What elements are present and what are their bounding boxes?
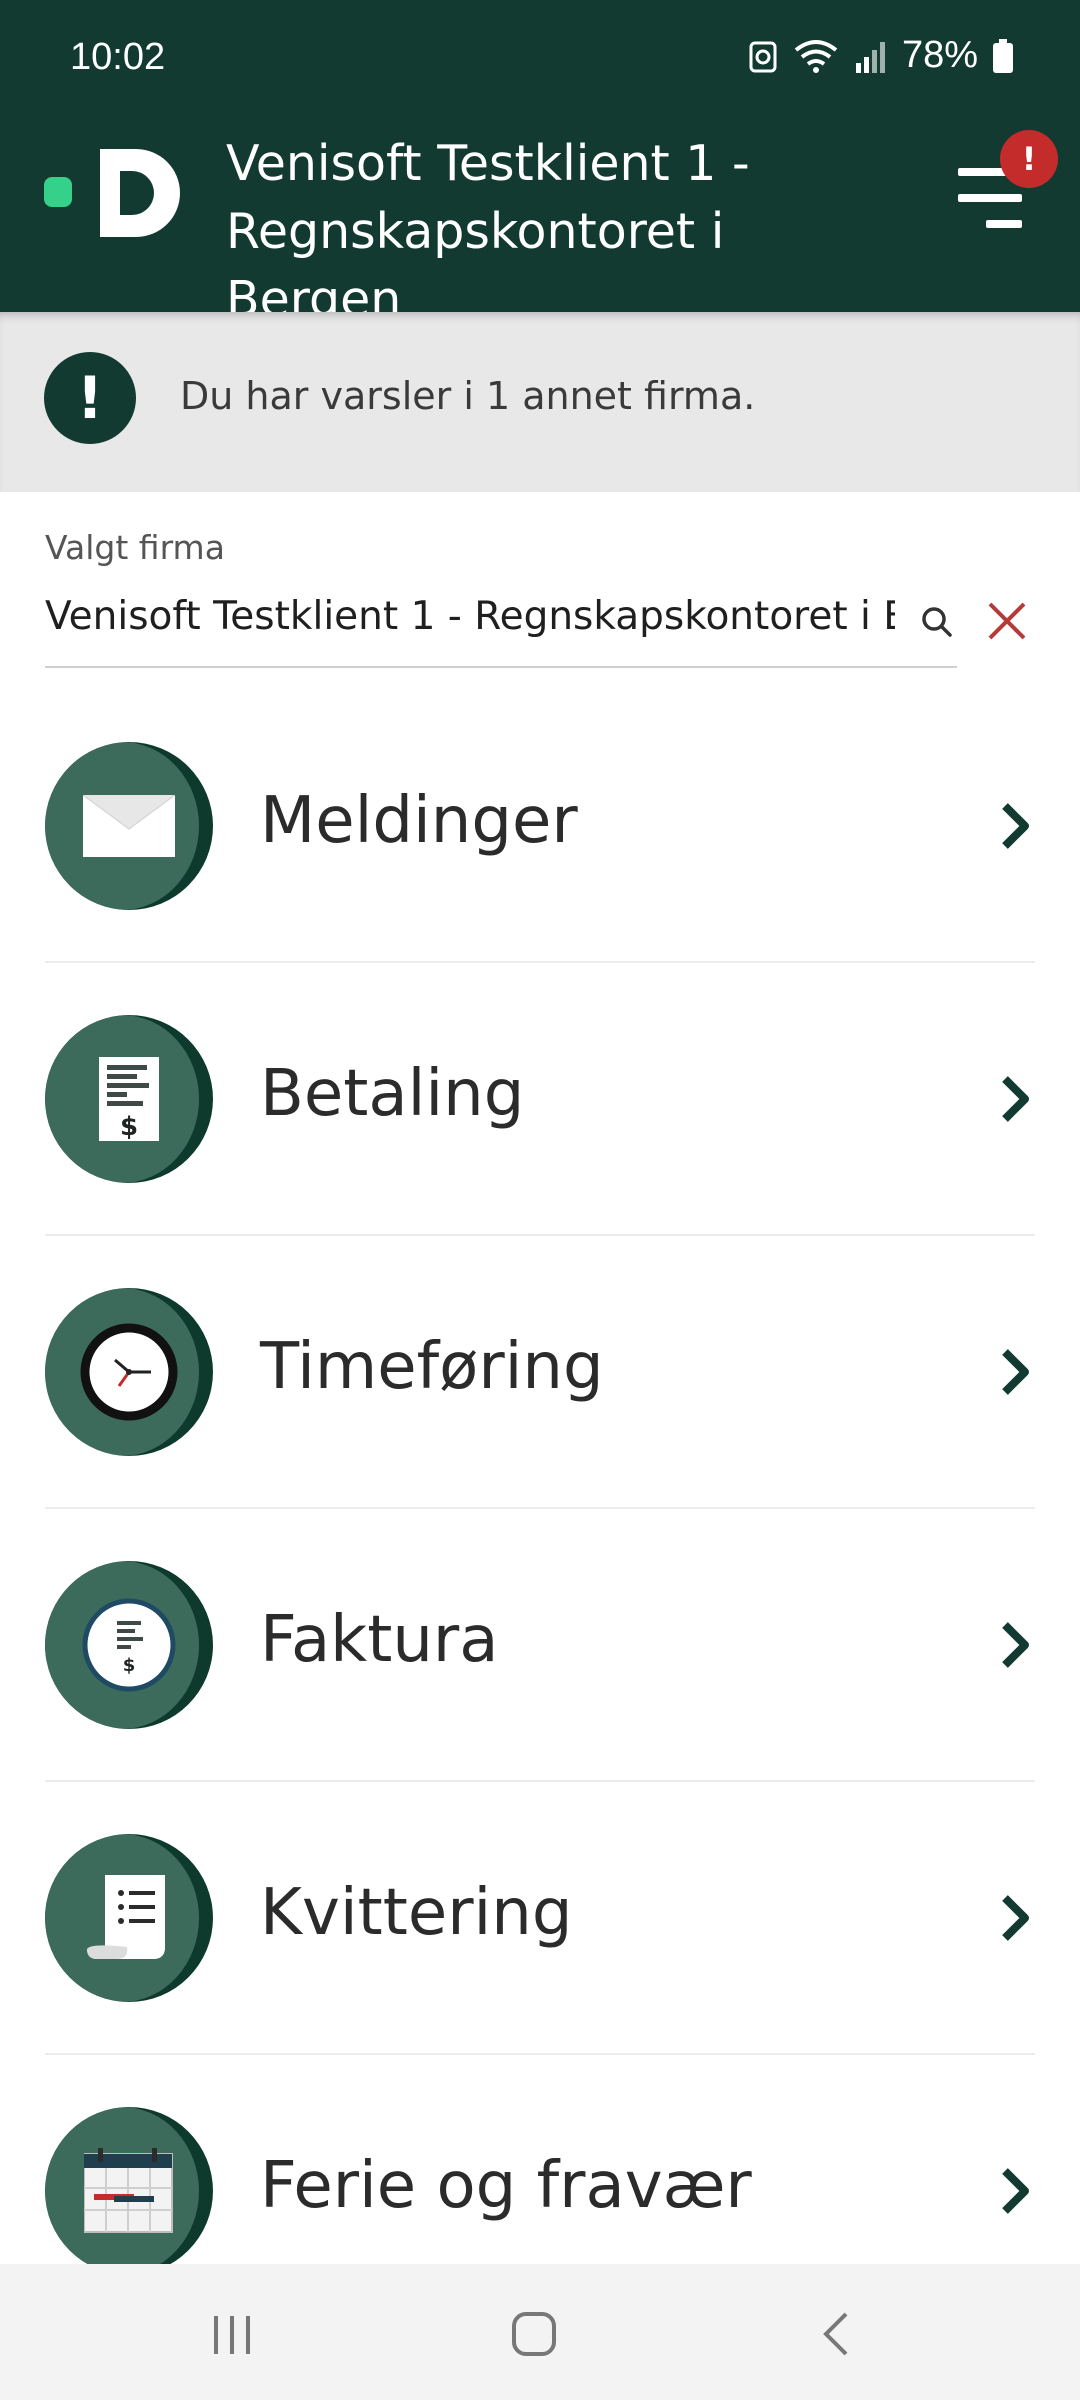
- wifi-icon: [794, 39, 838, 73]
- notice-banner[interactable]: ! Du har varsler i 1 annet firma.: [0, 312, 1080, 492]
- clear-icon[interactable]: [982, 596, 1032, 646]
- status-time: 10:02: [70, 36, 166, 78]
- company-field-value[interactable]: Venisoft Testklient 1 - Regnskapskontore…: [45, 594, 895, 639]
- svg-text:$: $: [123, 1655, 136, 1676]
- menu-item-label: Kvittering: [260, 1876, 573, 1950]
- menu-item-label: Timeføring: [260, 1330, 604, 1404]
- chevron-right-icon: [1002, 1076, 1029, 1122]
- header-title: Venisoft Testklient 1 - Regnskapskontore…: [226, 135, 750, 328]
- home-icon[interactable]: [504, 2304, 564, 2364]
- status-icons: 78%: [748, 34, 1014, 77]
- status-bar: 10:02 78%: [0, 0, 1080, 120]
- company-field-label: Valgt firma: [45, 528, 225, 567]
- menu-item-label: Faktura: [260, 1603, 499, 1677]
- signal-icon: [855, 41, 885, 73]
- recent-apps-icon[interactable]: [202, 2304, 262, 2364]
- app-logo: [44, 149, 180, 237]
- calendar-icon: [45, 2107, 213, 2275]
- search-icon[interactable]: [917, 602, 957, 642]
- envelope-icon: [45, 742, 213, 910]
- chevron-right-icon: [1002, 2168, 1029, 2214]
- menu-item-label: Meldinger: [260, 784, 578, 858]
- menu-item-label: Betaling: [260, 1057, 525, 1131]
- chevron-right-icon: [1002, 1895, 1029, 1941]
- hamburger-bar: [958, 194, 1022, 202]
- invoice-circle-icon: $: [45, 1561, 213, 1729]
- company-field[interactable]: Venisoft Testklient 1 - Regnskapskontore…: [45, 584, 957, 668]
- chevron-right-icon: [1002, 803, 1029, 849]
- menu-item-icon-circle: $: [45, 1015, 213, 1183]
- menu-item-icon-circle: [45, 1288, 213, 1456]
- menu-item-meldinger[interactable]: Meldinger: [45, 690, 1035, 963]
- system-nav-bar: [0, 2264, 1080, 2400]
- app-header: 10:02 78% Venisoft Testklient 1 - Regnsk…: [0, 0, 1080, 328]
- invoice-dollar-icon: $: [45, 1015, 213, 1183]
- chevron-right-icon: [1002, 1349, 1029, 1395]
- menu-item-betaling[interactable]: $ Betaling: [45, 963, 1035, 1236]
- svg-text:$: $: [120, 1112, 138, 1141]
- menu-item-icon-circle: [45, 1834, 213, 2002]
- hamburger-bar: [986, 220, 1022, 228]
- menu-item-label: Ferie og fravær: [260, 2149, 752, 2223]
- receipt-icon: [45, 1834, 213, 2002]
- menu-item-icon-circle: [45, 2107, 213, 2275]
- chevron-right-icon: [1002, 1622, 1029, 1668]
- alert-badge: !: [1000, 130, 1058, 188]
- exclamation-icon: !: [44, 352, 136, 444]
- battery-percent: 78%: [901, 34, 978, 76]
- recycle-icon: [749, 41, 777, 72]
- menu-item-kvittering[interactable]: Kvittering: [45, 1782, 1035, 2055]
- back-icon[interactable]: [808, 2304, 868, 2364]
- battery-icon: [993, 38, 1013, 73]
- menu-item-timeforing[interactable]: Timeføring: [45, 1236, 1035, 1509]
- clock-icon: [45, 1288, 213, 1456]
- menu-item-icon-circle: [45, 742, 213, 910]
- menu-item-faktura[interactable]: $ Faktura: [45, 1509, 1035, 1782]
- menu-item-icon-circle: $: [45, 1561, 213, 1729]
- notice-text: Du har varsler i 1 annet firma.: [180, 374, 756, 418]
